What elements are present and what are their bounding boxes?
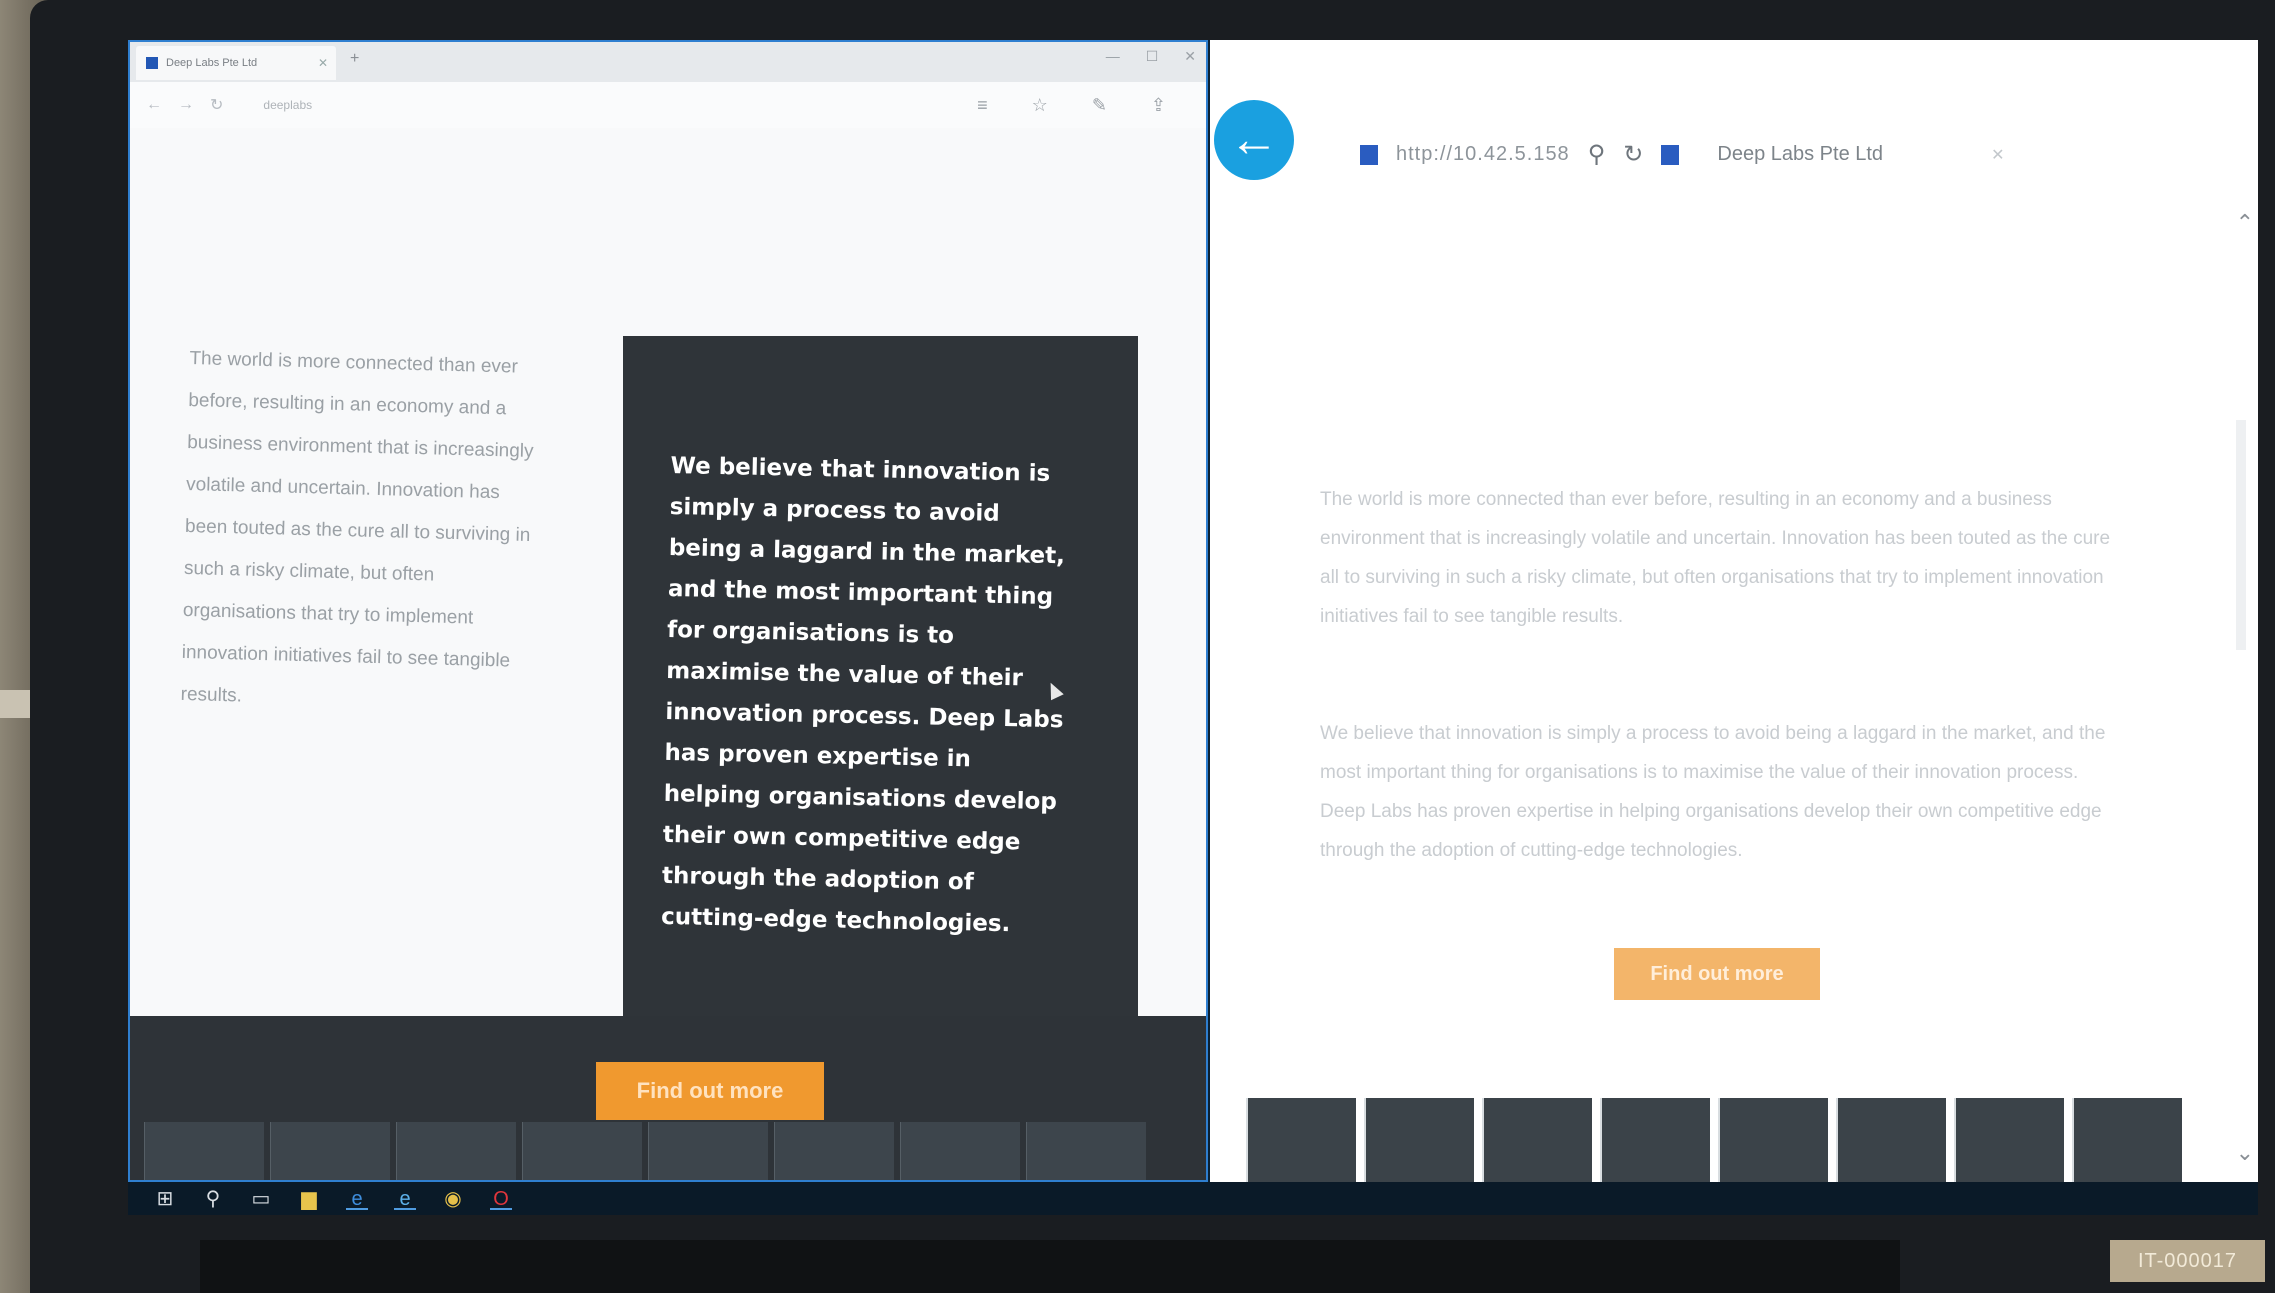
ie-icon[interactable]: e: [394, 1188, 416, 1210]
left-url[interactable]: deeplabs: [263, 98, 312, 112]
task-view-icon[interactable]: ▭: [250, 1188, 272, 1210]
reading-view-icon[interactable]: ≡: [977, 95, 988, 116]
back-arrow-icon[interactable]: ←: [1214, 100, 1294, 180]
minimize-icon[interactable]: —: [1106, 48, 1120, 65]
monitor-bezel: Deep Labs Pte Ltd ✕ + — ☐ ✕ ← → ↻ deepla…: [30, 0, 2275, 1293]
highlight-paragraph: We believe that innovation is simply a p…: [660, 452, 1066, 938]
share-icon[interactable]: ⇪: [1151, 95, 1166, 116]
left-tab-bar: Deep Labs Pte Ltd ✕ + — ☐ ✕: [130, 42, 1206, 82]
thumbnail[interactable]: [900, 1122, 1020, 1180]
thumbnail[interactable]: [2072, 1098, 2182, 1182]
new-tab-icon[interactable]: +: [350, 50, 359, 68]
favicon-icon: [146, 57, 158, 69]
thumbnail[interactable]: [1954, 1098, 2064, 1182]
thumbnail[interactable]: [1600, 1098, 1710, 1182]
close-window-icon[interactable]: ✕: [1184, 48, 1196, 65]
left-toolbar: ≡ ☆ ✎ ⇪: [977, 95, 1166, 116]
thumbnail[interactable]: [774, 1122, 894, 1180]
right-tab-title[interactable]: Deep Labs Pte Ltd: [1717, 143, 1883, 166]
left-browser-window: Deep Labs Pte Ltd ✕ + — ☐ ✕ ← → ↻ deepla…: [128, 40, 1208, 1182]
close-tab-icon[interactable]: ✕: [318, 56, 328, 70]
file-explorer-icon[interactable]: ▆: [298, 1188, 320, 1210]
asset-tag: IT-000017: [2110, 1240, 2265, 1282]
thumbnail[interactable]: [1246, 1098, 1356, 1182]
thumbnail[interactable]: [522, 1122, 642, 1180]
right-thumbnail-strip: [1246, 1098, 2258, 1182]
thumbnail[interactable]: [270, 1122, 390, 1180]
windows-start-icon[interactable]: ⊞: [154, 1188, 176, 1210]
refresh-icon[interactable]: ↻: [210, 95, 223, 115]
thumbnail[interactable]: [1026, 1122, 1146, 1180]
right-url[interactable]: http://10.42.5.158: [1396, 143, 1570, 166]
forward-icon[interactable]: →: [178, 96, 194, 114]
chrome-icon[interactable]: ◉: [442, 1188, 464, 1210]
page-icon: [1360, 144, 1378, 165]
close-tab-icon[interactable]: ✕: [1991, 145, 2004, 165]
opera-icon[interactable]: O: [490, 1188, 512, 1210]
maximize-icon[interactable]: ☐: [1146, 48, 1159, 65]
back-icon[interactable]: ←: [146, 96, 162, 114]
search-icon[interactable]: ⚲: [1588, 140, 1606, 169]
thumbnail[interactable]: [396, 1122, 516, 1180]
tab-favicon-icon: [1661, 144, 1680, 165]
notes-icon[interactable]: ✎: [1092, 95, 1107, 116]
monitor-stand: [200, 1240, 1900, 1293]
thumbnail[interactable]: [1718, 1098, 1828, 1182]
dark-highlight-box: We believe that innovation is simply a p…: [623, 336, 1138, 1016]
window-controls: — ☐ ✕: [1106, 48, 1196, 65]
right-address-bar: http://10.42.5.158 ⚲ ↻ Deep Labs Pte Ltd…: [1360, 140, 2004, 169]
search-taskbar-icon[interactable]: ⚲: [202, 1188, 224, 1210]
left-thumbnail-strip: [130, 1122, 1206, 1180]
left-tab-title: Deep Labs Pte Ltd: [166, 57, 258, 69]
thumbnail[interactable]: [648, 1122, 768, 1180]
scrollbar-thumb[interactable]: [2236, 420, 2246, 650]
edge-icon[interactable]: e: [346, 1188, 368, 1210]
find-out-more-button[interactable]: Find out more: [1614, 948, 1820, 1000]
intro-paragraph: The world is more connected than ever be…: [180, 347, 534, 707]
thumbnail[interactable]: [1482, 1098, 1592, 1182]
belief-paragraph: We believe that innovation is simply a p…: [1320, 723, 2106, 861]
thumbnail[interactable]: [1836, 1098, 1946, 1182]
refresh-icon[interactable]: ↻: [1623, 140, 1643, 169]
screen: Deep Labs Pte Ltd ✕ + — ☐ ✕ ← → ↻ deepla…: [128, 40, 2258, 1215]
scroll-up-icon[interactable]: ⌃: [2236, 210, 2254, 236]
left-address-bar: ← → ↻ deeplabs ≡ ☆ ✎ ⇪: [130, 82, 1206, 128]
left-tab[interactable]: Deep Labs Pte Ltd ✕: [136, 46, 336, 80]
find-out-more-button[interactable]: Find out more: [596, 1062, 824, 1120]
intro-paragraph: The world is more connected than ever be…: [1320, 489, 2111, 627]
favorites-icon[interactable]: ☆: [1032, 95, 1048, 116]
thumbnail[interactable]: [1364, 1098, 1474, 1182]
right-browser-window: ← http://10.42.5.158 ⚲ ↻ Deep Labs Pte L…: [1210, 40, 2258, 1182]
thumbnail[interactable]: [144, 1122, 264, 1180]
taskbar: ⊞ ⚲ ▭ ▆ e e ◉ O: [128, 1182, 2258, 1215]
